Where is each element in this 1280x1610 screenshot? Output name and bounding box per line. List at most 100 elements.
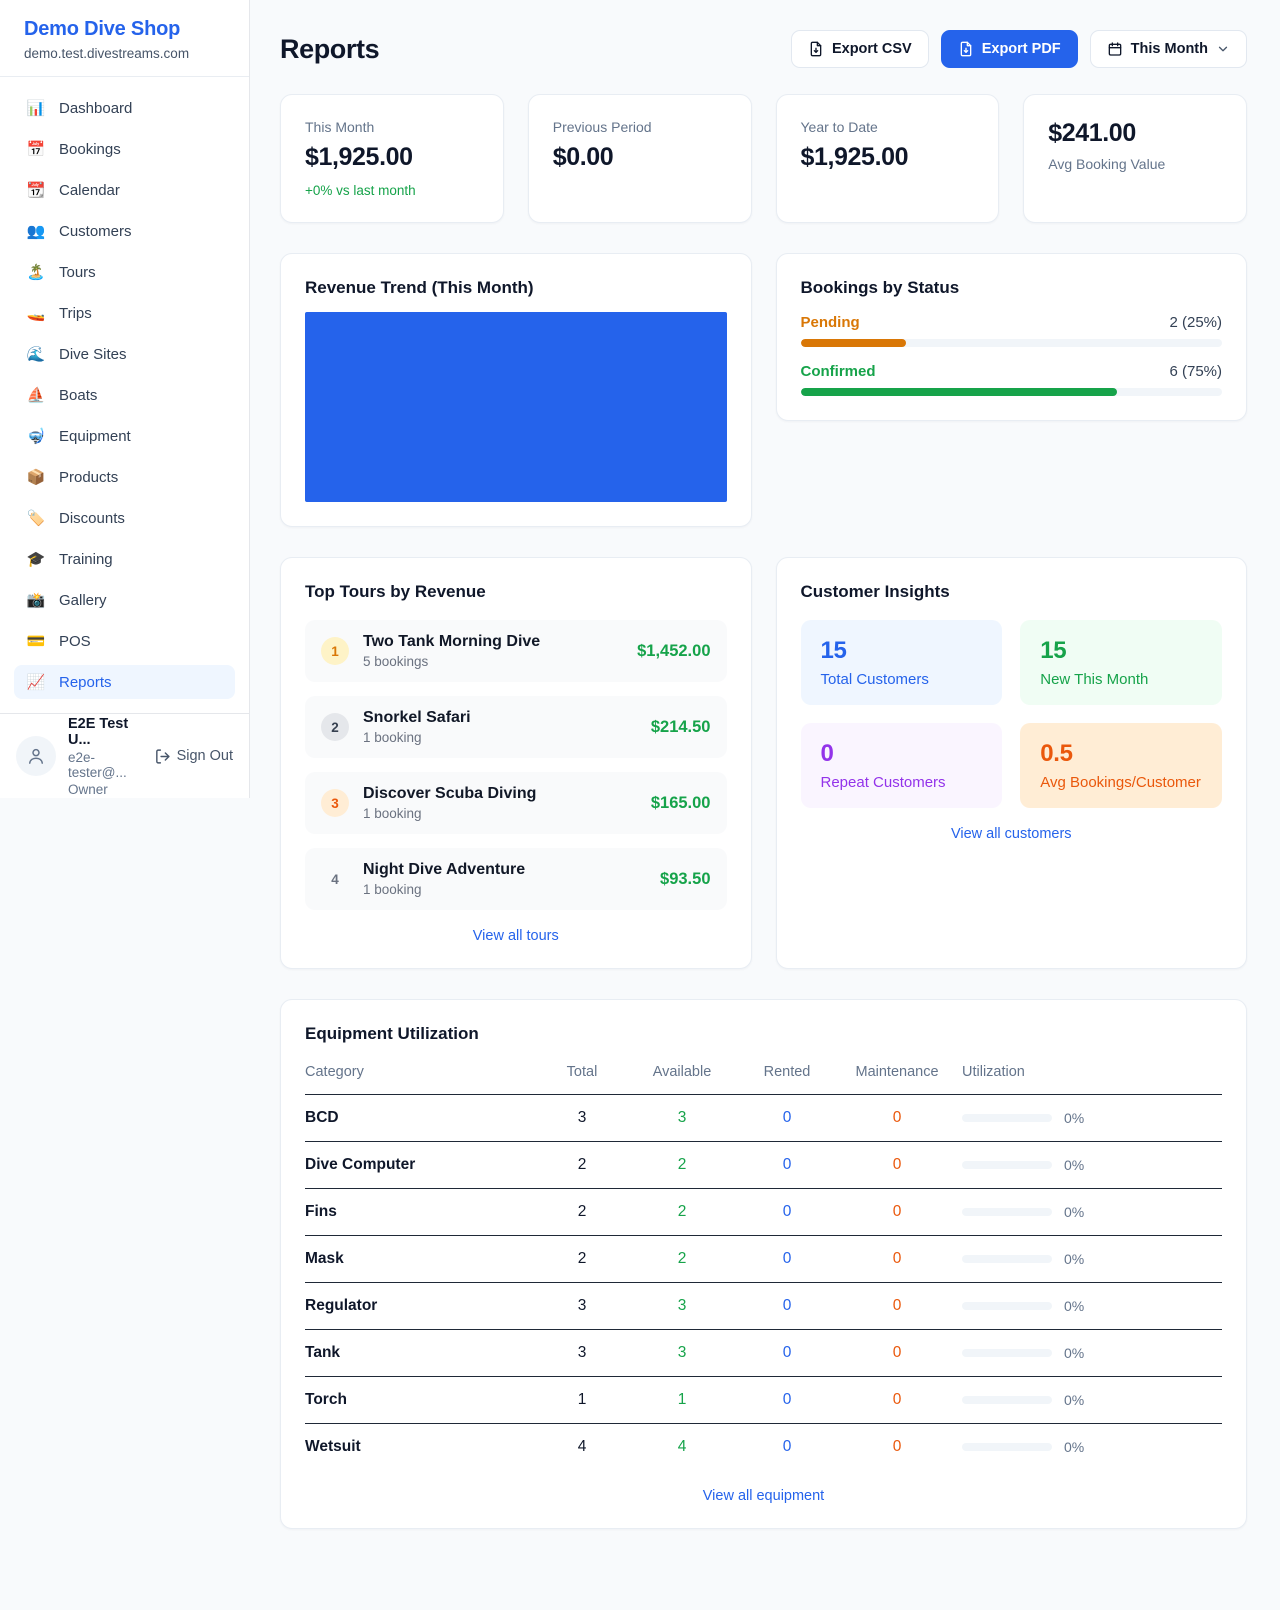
view-all-tours-link[interactable]: View all tours (305, 928, 727, 944)
rank-badge: 1 (321, 637, 349, 665)
sidebar-item-training[interactable]: 🎓 Training (14, 542, 235, 576)
charts-row: Revenue Trend (This Month) Bookings by S… (280, 253, 1247, 527)
category-cell: Torch (305, 1391, 542, 1409)
insight-label: New This Month (1040, 671, 1202, 688)
sidebar-item-discounts[interactable]: 🏷️ Discounts (14, 501, 235, 535)
insight-label: Repeat Customers (821, 774, 983, 791)
utilization-bar-track (962, 1396, 1052, 1404)
rented-cell: 0 (742, 1203, 832, 1221)
utilization-cell: 0% (962, 1251, 1222, 1267)
sidebar-item-gallery[interactable]: 📸 Gallery (14, 583, 235, 617)
available-cell: 2 (622, 1156, 742, 1174)
column-header-maintenance: Maintenance (832, 1064, 962, 1080)
sidebar-item-calendar[interactable]: 📆Calendar (14, 173, 235, 207)
equipment-row-regulator: Regulator33000% (305, 1283, 1222, 1330)
available-cell: 1 (622, 1391, 742, 1409)
sidebar-item-bookings[interactable]: 📅Bookings (14, 132, 235, 166)
page-title: Reports (280, 34, 379, 65)
sidebar-item-tours[interactable]: 🏝️Tours (14, 255, 235, 289)
pos-icon: 💳 (26, 632, 46, 650)
insight-tile-total-customers: 15Total Customers (801, 620, 1003, 705)
sidebar-item-boats[interactable]: ⛵Boats (14, 378, 235, 412)
stat-value: $1,925.00 (801, 143, 975, 172)
tour-name: Two Tank Morning Dive (363, 633, 623, 651)
stat-delta: +0% vs last month (305, 183, 479, 198)
sidebar-item-dashboard[interactable]: 📊 Dashboard (14, 91, 235, 125)
sidebar-item-label: Discounts (59, 510, 125, 527)
sidebar-item-trips[interactable]: 🚤Trips (14, 296, 235, 330)
training-icon: 🎓 (26, 550, 46, 568)
total-cell: 3 (542, 1344, 622, 1362)
user-name: E2E Test U... (68, 716, 142, 748)
sidebar-item-label: Equipment (59, 428, 131, 445)
export-pdf-button[interactable]: Export PDF (941, 30, 1078, 68)
file-download-icon (808, 41, 824, 57)
customers-icon: 👥 (26, 222, 46, 240)
insight-tile-new-this-month: 15New This Month (1020, 620, 1222, 705)
tour-bookings: 1 booking (363, 882, 646, 897)
equipment-row-dive-computer: Dive Computer22000% (305, 1142, 1222, 1189)
view-all-customers-link[interactable]: View all customers (801, 826, 1223, 842)
equipment-row-tank: Tank33000% (305, 1330, 1222, 1377)
available-cell: 2 (622, 1203, 742, 1221)
period-dropdown[interactable]: This Month (1090, 30, 1247, 68)
available-cell: 3 (622, 1109, 742, 1127)
sidebar-item-products[interactable]: 📦Products (14, 460, 235, 494)
sidebar-item-label: Tours (59, 264, 96, 281)
view-all-equipment-link[interactable]: View all equipment (305, 1488, 1222, 1504)
sidebar-item-label: Training (59, 551, 113, 568)
sidebar-item-label: Calendar (59, 182, 120, 199)
equipment-table-body: BCD33000%Dive Computer22000%Fins22000%Ma… (305, 1095, 1222, 1470)
maintenance-cell: 0 (832, 1344, 962, 1362)
maintenance-cell: 0 (832, 1391, 962, 1409)
sign-out-label: Sign Out (177, 748, 233, 764)
stat-label: Avg Booking Value (1048, 156, 1222, 172)
gallery-icon: 📸 (26, 591, 46, 609)
shop-domain: demo.test.divestreams.com (24, 46, 225, 61)
rented-cell: 0 (742, 1344, 832, 1362)
column-header-category: Category (305, 1064, 542, 1080)
user-role: Owner (68, 782, 142, 797)
dashboard-icon: 📊 (26, 99, 46, 117)
sidebar-item-label: Boats (59, 387, 97, 404)
sidebar: Demo Dive Shop demo.test.divestreams.com… (0, 0, 250, 798)
maintenance-cell: 0 (832, 1438, 962, 1456)
utilization-percent: 0% (1064, 1157, 1084, 1173)
rented-cell: 0 (742, 1391, 832, 1409)
stat-cards: This Month$1,925.00+0% vs last monthPrev… (280, 94, 1247, 223)
available-cell: 3 (622, 1344, 742, 1362)
discounts-icon: 🏷️ (26, 509, 46, 527)
insight-value: 0 (821, 740, 983, 768)
sidebar-item-dive-sites[interactable]: 🌊Dive Sites (14, 337, 235, 371)
sign-out-button[interactable]: Sign Out (154, 748, 233, 765)
export-csv-button[interactable]: Export CSV (791, 30, 929, 68)
dive-sites-icon: 🌊 (26, 345, 46, 363)
sidebar-item-customers[interactable]: 👥Customers (14, 214, 235, 248)
sidebar-item-pos[interactable]: 💳POS (14, 624, 235, 658)
tour-row-night-dive-adventure: 4Night Dive Adventure1 booking$93.50 (305, 848, 727, 910)
status-row-pending: Pending2 (25%) (801, 314, 1223, 347)
sidebar-item-label: Gallery (59, 592, 107, 609)
sidebar-item-label: Bookings (59, 141, 121, 158)
status-count: 2 (25%) (1169, 314, 1222, 331)
sidebar-item-reports[interactable]: 📈Reports (14, 665, 235, 699)
sidebar-header: Demo Dive Shop demo.test.divestreams.com (0, 0, 249, 77)
sidebar-item-equipment[interactable]: 🤿Equipment (14, 419, 235, 453)
stat-value: $0.00 (553, 143, 727, 172)
total-cell: 2 (542, 1250, 622, 1268)
available-cell: 4 (622, 1438, 742, 1456)
utilization-cell: 0% (962, 1110, 1222, 1126)
tour-name: Night Dive Adventure (363, 861, 646, 879)
utilization-cell: 0% (962, 1157, 1222, 1173)
customer-insights-card: Customer Insights 15Total Customers15New… (776, 557, 1248, 969)
status-progress-fill (801, 339, 906, 347)
tour-revenue: $93.50 (660, 870, 710, 889)
total-cell: 1 (542, 1391, 622, 1409)
stat-card-year-to-date: Year to Date$1,925.00 (776, 94, 1000, 223)
utilization-cell: 0% (962, 1439, 1222, 1455)
rented-cell: 0 (742, 1438, 832, 1456)
sidebar-item-label: Dashboard (59, 100, 132, 117)
status-progress-fill (801, 388, 1117, 396)
utilization-cell: 0% (962, 1204, 1222, 1220)
topbar-actions: Export CSV Export PDF This Month (791, 30, 1247, 68)
